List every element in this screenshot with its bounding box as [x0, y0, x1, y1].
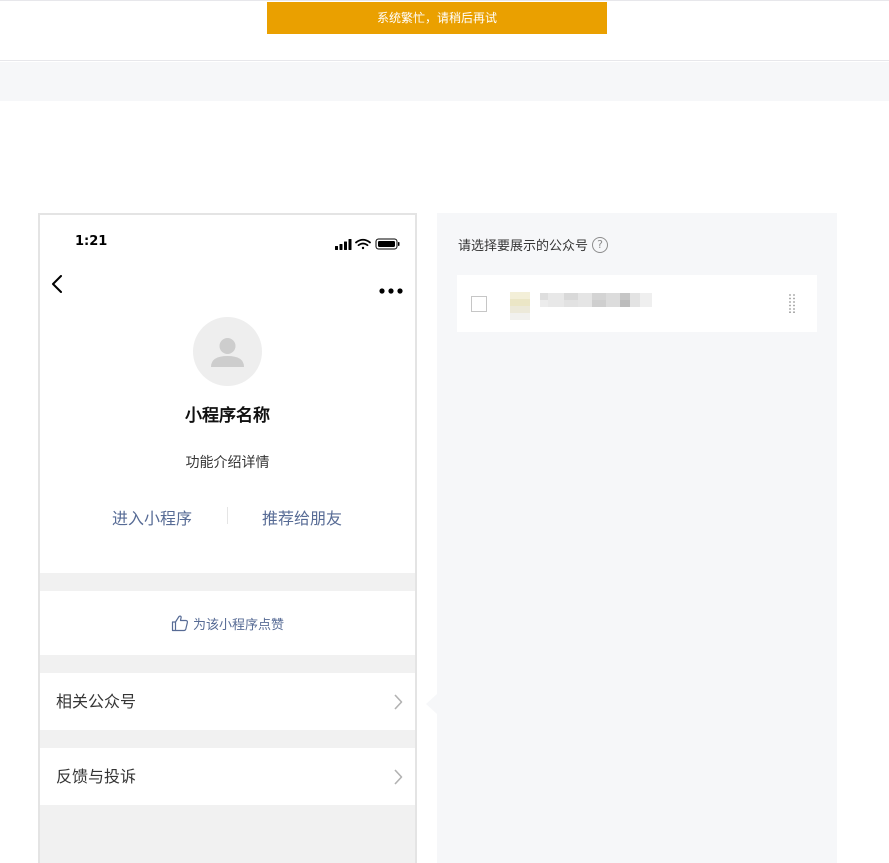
- chevron-right-icon: [393, 694, 403, 710]
- back-chevron-icon[interactable]: [49, 275, 67, 293]
- feedback-row[interactable]: 反馈与投诉: [40, 748, 415, 805]
- account-avatar-blurred: [510, 292, 530, 320]
- profile-section: 1:21 小程序名称 功能介绍详情 进入小程序 推荐给朋友: [40, 215, 415, 573]
- enter-miniprogram-link[interactable]: 进入小程序: [77, 505, 227, 529]
- account-checkbox[interactable]: [471, 296, 487, 312]
- account-list-item[interactable]: [457, 275, 817, 332]
- drag-handle-icon[interactable]: [789, 294, 795, 314]
- miniprogram-name: 小程序名称: [185, 406, 270, 426]
- panel-pointer: [426, 694, 437, 714]
- like-button[interactable]: 为该小程序点赞: [40, 591, 415, 655]
- related-accounts-label: 相关公众号: [56, 692, 137, 711]
- error-toast: 系统繁忙，请稍后再试: [267, 2, 607, 34]
- signal-icon: [335, 239, 352, 250]
- feedback-label: 反馈与投诉: [56, 767, 137, 786]
- status-time: 1:21: [75, 234, 108, 249]
- phone-preview: 1:21 小程序名称 功能介绍详情 进入小程序 推荐给朋友 为该小程序点赞 相关…: [38, 213, 417, 863]
- panel-title: 请选择要展示的公众号 ?: [458, 235, 609, 254]
- wifi-icon: [355, 238, 371, 250]
- miniprogram-description: 功能介绍详情: [185, 455, 270, 471]
- account-name-blurred: [540, 292, 652, 307]
- header-band: [0, 62, 889, 101]
- battery-icon: [375, 238, 400, 250]
- recommend-to-friend-link[interactable]: 推荐给朋友: [227, 505, 377, 529]
- help-question-icon[interactable]: ?: [592, 236, 609, 253]
- like-label: 为该小程序点赞: [192, 617, 284, 633]
- thumbs-up-icon: [171, 615, 188, 632]
- related-accounts-row[interactable]: 相关公众号: [40, 673, 415, 730]
- top-bar: 系统繁忙，请稍后再试: [0, 0, 889, 61]
- more-dots-icon[interactable]: [379, 280, 403, 294]
- chevron-right-icon: [393, 769, 403, 785]
- like-cell[interactable]: 为该小程序点赞: [40, 591, 415, 655]
- status-icons: [335, 235, 401, 250]
- account-select-panel: 请选择要展示的公众号 ?: [437, 213, 837, 863]
- default-avatar-icon: [193, 317, 262, 386]
- panel-title-text: 请选择要展示的公众号: [458, 239, 589, 254]
